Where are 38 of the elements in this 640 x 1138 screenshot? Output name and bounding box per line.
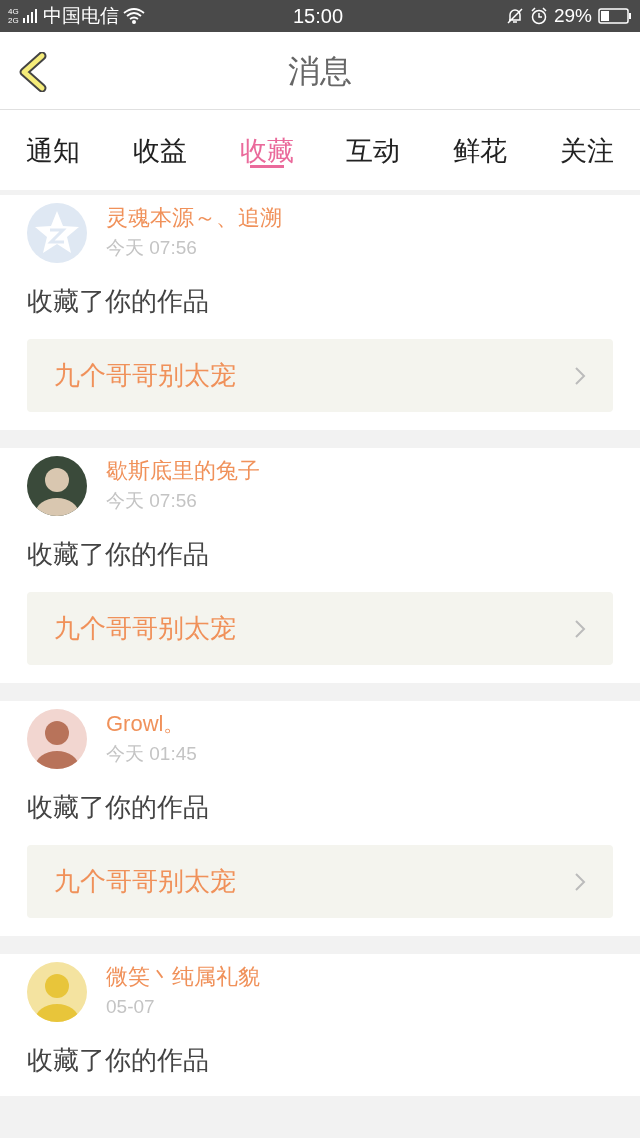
message-text: 收藏了你的作品 [27,1044,210,1077]
tab[interactable]: 收益 [132,110,187,180]
work-link[interactable]: 九个哥哥别太宠 [27,339,613,412]
chevron-right-icon [574,871,586,892]
tab[interactable]: 收藏 [239,110,294,180]
signal-icon [22,9,39,23]
message-text: 收藏了你的作品 [27,791,210,824]
carrier-label: 中国电信 [42,3,119,28]
tab[interactable]: 通知 [26,110,80,180]
user-name[interactable]: 微笑丶纯属礼貌 [106,962,260,992]
network-label: 4G [8,7,19,16]
chevron-right-icon [574,618,586,639]
work-link[interactable]: 九个哥哥别太宠 [27,592,613,665]
network-label: 2G [8,16,19,25]
back-button[interactable] [18,52,48,92]
wifi-icon [122,7,145,25]
clock-time: 15:00 [293,4,344,29]
tab[interactable]: 互动 [346,110,401,180]
user-name[interactable]: 歇斯底里的兔子 [106,456,260,486]
user-name[interactable]: Growl。 [106,709,197,739]
user-name[interactable]: 灵魂本源～、追溯 [106,203,282,233]
message-text: 收藏了你的作品 [27,285,210,318]
default-avatar-icon [27,203,87,263]
message-time: 今天 01:45 [106,742,197,766]
tab[interactable]: 鲜花 [453,110,508,180]
bell-off-icon [505,7,524,25]
chevron-right-icon [574,365,586,386]
message-time: 今天 07:56 [106,236,198,260]
message-time: 05-07 [106,995,156,1019]
message-time: 今天 07:56 [106,489,198,513]
battery-icon [598,8,632,24]
battery-label: 29% [553,3,592,28]
alarm-icon [529,7,548,25]
message-text: 收藏了你的作品 [27,538,210,571]
tab-underline [249,165,284,168]
page-title: 消息 [288,51,352,91]
work-link[interactable]: 九个哥哥别太宠 [27,845,613,918]
tab[interactable]: 关注 [560,110,614,180]
